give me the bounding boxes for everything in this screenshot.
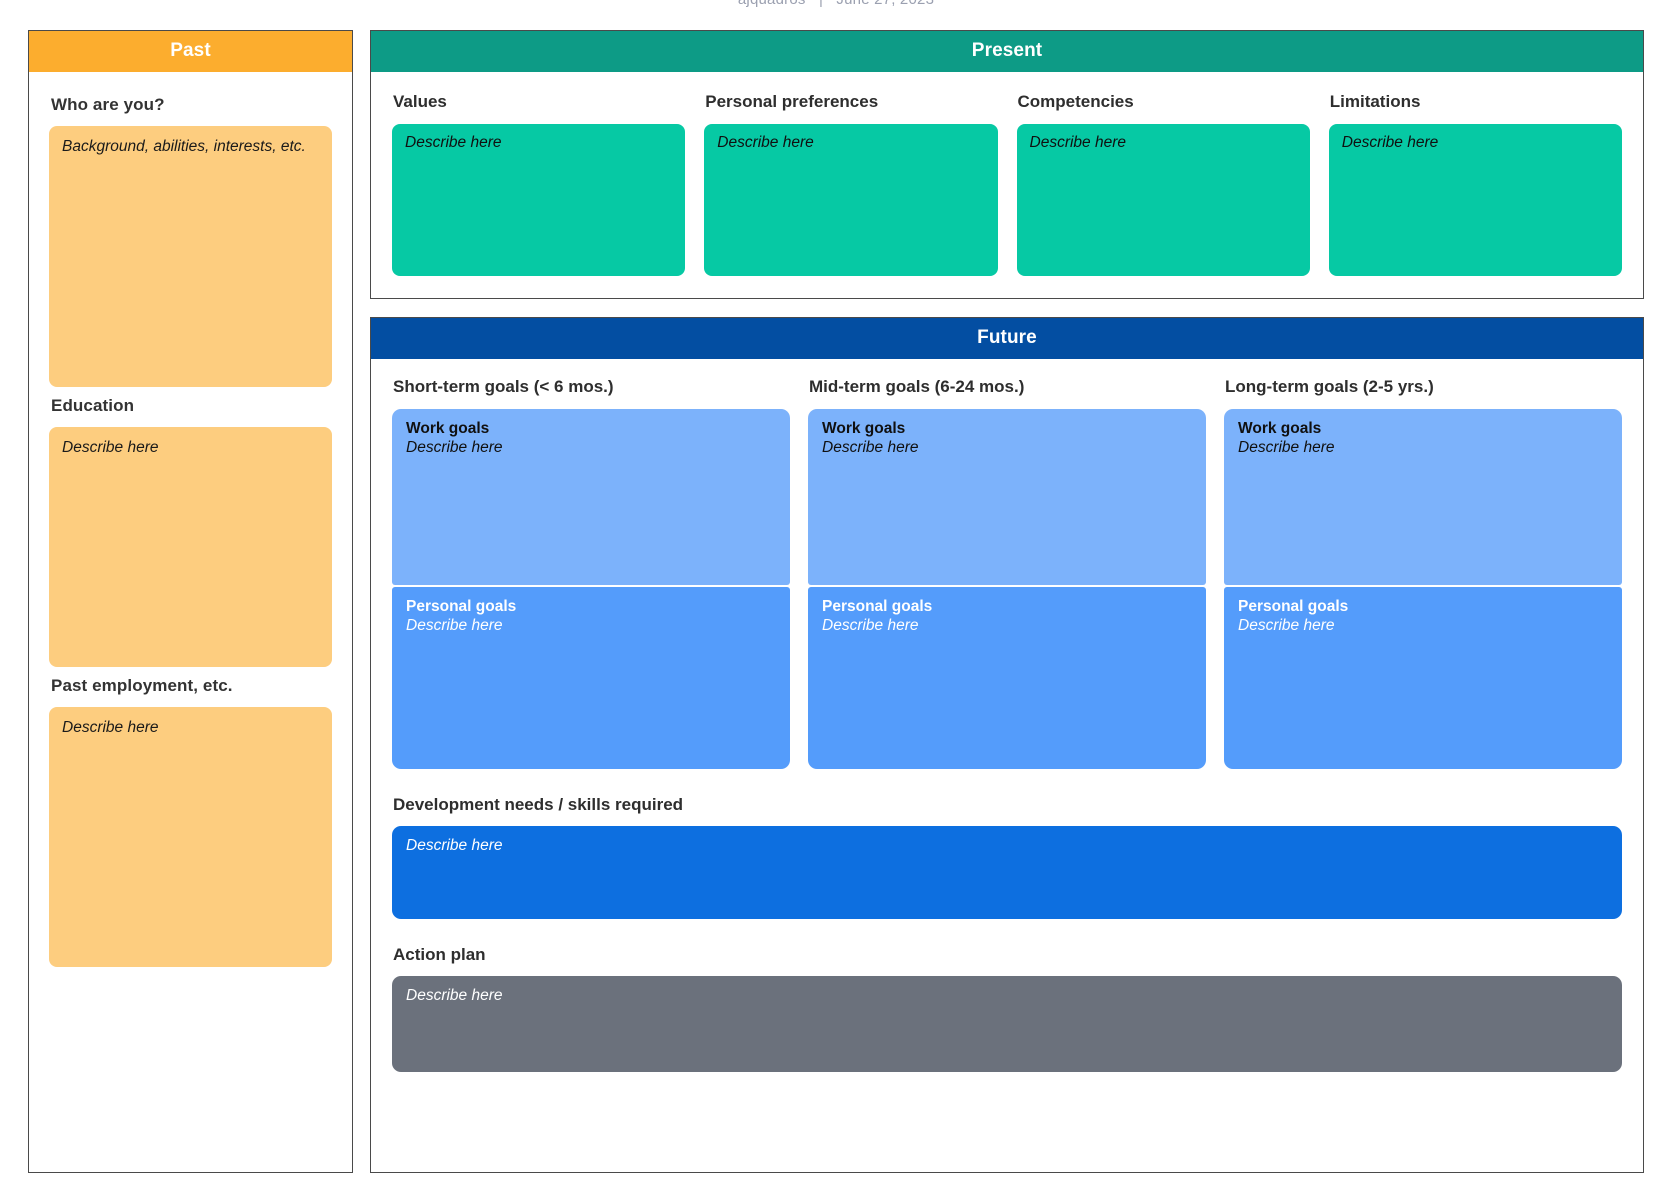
future-panel-body: Short-term goals (< 6 mos.) Work goals D…: [371, 359, 1643, 1172]
present-band-title: Present: [371, 31, 1643, 72]
development-needs-placeholder: Describe here: [406, 837, 1608, 855]
goal-label-long-term: Long-term goals (2-5 yrs.): [1225, 377, 1622, 397]
past-input-education[interactable]: Describe here: [49, 427, 332, 667]
present-input-values[interactable]: Describe here: [392, 124, 685, 276]
meta-author: ajquadros: [738, 0, 806, 8]
goal-column-short-term: Short-term goals (< 6 mos.) Work goals D…: [392, 377, 790, 769]
action-plan-label: Action plan: [393, 945, 1622, 965]
future-panel: Future Short-term goals (< 6 mos.) Work …: [370, 317, 1644, 1173]
present-grid: Values Describe here Personal preference…: [392, 92, 1622, 276]
long-term-work-goals-placeholder: Describe here: [1238, 438, 1608, 458]
short-term-personal-goals-title: Personal goals: [406, 597, 776, 616]
goal-column-long-term: Long-term goals (2-5 yrs.) Work goals De…: [1224, 377, 1622, 769]
goal-label-mid-term: Mid-term goals (6-24 mos.): [809, 377, 1206, 397]
short-term-personal-goals-placeholder: Describe here: [406, 616, 776, 636]
present-cell-values: Values Describe here: [392, 92, 685, 276]
past-placeholder-past-employment: Describe here: [62, 718, 319, 739]
action-plan-placeholder: Describe here: [406, 987, 1608, 1005]
mid-term-work-goals-title: Work goals: [822, 419, 1192, 438]
present-panel-body: Values Describe here Personal preference…: [371, 72, 1643, 298]
mid-term-personal-goals-input[interactable]: Personal goals Describe here: [808, 587, 1206, 769]
past-section-label-education: Education: [51, 396, 332, 416]
past-placeholder-who-are-you: Background, abilities, interests, etc.: [62, 137, 319, 158]
present-label-competencies: Competencies: [1018, 92, 1310, 112]
mid-term-work-goals-input[interactable]: Work goals Describe here: [808, 409, 1206, 585]
present-placeholder-personal-preferences: Describe here: [717, 134, 984, 152]
long-term-personal-goals-input[interactable]: Personal goals Describe here: [1224, 587, 1622, 769]
goal-label-short-term: Short-term goals (< 6 mos.): [393, 377, 790, 397]
long-term-personal-goals-placeholder: Describe here: [1238, 616, 1608, 636]
present-cell-personal-preferences: Personal preferences Describe here: [704, 92, 997, 276]
present-input-personal-preferences[interactable]: Describe here: [704, 124, 997, 276]
present-placeholder-competencies: Describe here: [1030, 134, 1297, 152]
right-column: Present Values Describe here Personal pr…: [370, 30, 1644, 1173]
present-cell-competencies: Competencies Describe here: [1017, 92, 1310, 276]
present-cell-limitations: Limitations Describe here: [1329, 92, 1622, 276]
action-plan-input[interactable]: Describe here: [392, 976, 1622, 1072]
past-panel-body: Who are you? Background, abilities, inte…: [29, 72, 352, 1172]
future-band-title: Future: [371, 318, 1643, 359]
long-term-personal-goals-title: Personal goals: [1238, 597, 1608, 616]
meta-date: June 27, 2023: [836, 0, 934, 8]
short-term-work-goals-placeholder: Describe here: [406, 438, 776, 458]
present-label-personal-preferences: Personal preferences: [705, 92, 997, 112]
goal-column-mid-term: Mid-term goals (6-24 mos.) Work goals De…: [808, 377, 1206, 769]
present-placeholder-limitations: Describe here: [1342, 134, 1609, 152]
development-needs-input[interactable]: Describe here: [392, 826, 1622, 919]
future-goals-grid: Short-term goals (< 6 mos.) Work goals D…: [392, 377, 1622, 769]
past-input-past-employment[interactable]: Describe here: [49, 707, 332, 967]
mid-term-personal-goals-placeholder: Describe here: [822, 616, 1192, 636]
past-input-who-are-you[interactable]: Background, abilities, interests, etc.: [49, 126, 332, 387]
mid-term-personal-goals-title: Personal goals: [822, 597, 1192, 616]
development-needs-label: Development needs / skills required: [393, 795, 1622, 815]
present-label-limitations: Limitations: [1330, 92, 1622, 112]
past-panel: Past Who are you? Background, abilities,…: [28, 30, 353, 1173]
present-panel: Present Values Describe here Personal pr…: [370, 30, 1644, 299]
long-term-work-goals-input[interactable]: Work goals Describe here: [1224, 409, 1622, 585]
present-input-competencies[interactable]: Describe here: [1017, 124, 1310, 276]
mid-term-work-goals-placeholder: Describe here: [822, 438, 1192, 458]
short-term-work-goals-input[interactable]: Work goals Describe here: [392, 409, 790, 585]
present-input-limitations[interactable]: Describe here: [1329, 124, 1622, 276]
present-placeholder-values: Describe here: [405, 134, 672, 152]
past-band-title: Past: [29, 31, 352, 72]
present-label-values: Values: [393, 92, 685, 112]
short-term-work-goals-title: Work goals: [406, 419, 776, 438]
career-planning-board: Past Who are you? Background, abilities,…: [28, 30, 1644, 1173]
past-section-label-who-are-you: Who are you?: [51, 95, 332, 115]
short-term-personal-goals-input[interactable]: Personal goals Describe here: [392, 587, 790, 769]
past-placeholder-education: Describe here: [62, 438, 319, 459]
long-term-work-goals-title: Work goals: [1238, 419, 1608, 438]
past-section-label-past-employment: Past employment, etc.: [51, 676, 332, 696]
meta-separator: |: [810, 0, 832, 8]
document-meta-line: ajquadros | June 27, 2023: [0, 0, 1672, 8]
